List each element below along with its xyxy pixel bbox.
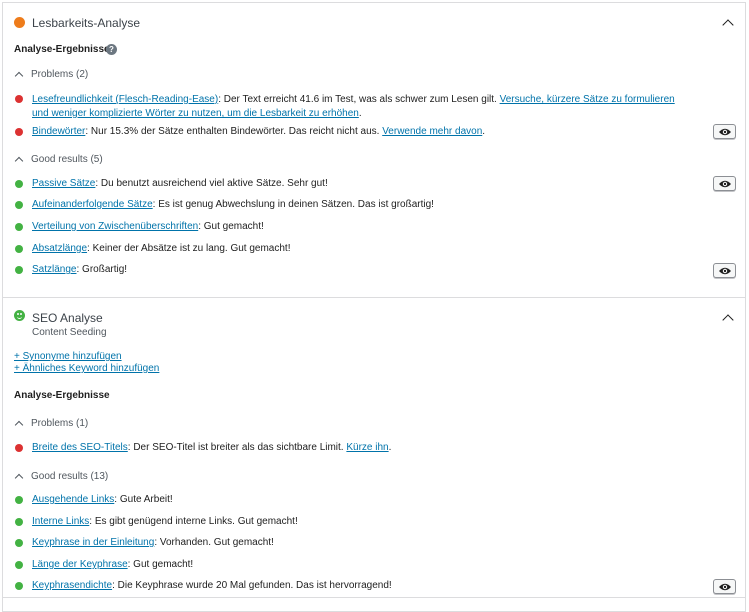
readability-title[interactable]: Lesbarkeits-Analyse xyxy=(32,16,140,30)
result-text: : Gut gemacht! xyxy=(198,221,264,232)
eye-icon xyxy=(719,128,731,136)
readability-problems-toggle[interactable]: Problems (2) xyxy=(31,69,88,80)
good-status-dot xyxy=(15,245,23,253)
seo-title[interactable]: SEO Analyse xyxy=(32,311,103,325)
result-link[interactable]: Keyphrasendichte xyxy=(32,580,112,591)
help-icon[interactable]: ? xyxy=(106,44,117,55)
seo-problem-item: Breite des SEO-Titels: Der SEO-Titel ist… xyxy=(32,441,692,455)
readability-good-item: Aufeinanderfolgende Sätze: Es ist genug … xyxy=(32,198,692,212)
bottom-border xyxy=(2,597,746,598)
result-text: : Der Text erreicht 41.6 im Test, was al… xyxy=(218,94,500,105)
result-text: : Vorhanden. Gut gemacht! xyxy=(154,537,274,548)
result-suffix: . xyxy=(482,126,486,137)
readability-good-item: Satzlänge: Großartig! xyxy=(32,263,692,277)
problem-status-dot xyxy=(15,128,23,136)
readability-results-heading: Analyse-Ergebnisse xyxy=(14,44,110,55)
result-link[interactable]: Passive Sätze xyxy=(32,178,95,189)
good-status-dot xyxy=(15,201,23,209)
add-synonyms-link[interactable]: + Synonyme hinzufügen xyxy=(14,351,122,362)
result-link[interactable]: Breite des SEO-Titels xyxy=(32,442,128,453)
mark-button[interactable] xyxy=(713,263,736,278)
readability-problem-item: Bindewörter: Nur 15.3% der Sätze enthalt… xyxy=(32,125,692,139)
good-status-dot xyxy=(15,518,23,526)
readability-good-toggle[interactable]: Good results (5) xyxy=(31,154,103,165)
good-status-dot xyxy=(15,539,23,547)
result-link[interactable]: Länge der Keyphrase xyxy=(32,559,128,570)
seo-good-toggle[interactable]: Good results (13) xyxy=(31,471,108,482)
result-link[interactable]: Ausgehende Links xyxy=(32,494,114,505)
seo-good-item: Keyphrase in der Einleitung: Vorhanden. … xyxy=(32,536,692,550)
action-link[interactable]: Verwende mehr davon xyxy=(382,126,482,137)
good-status-dot xyxy=(15,561,23,569)
result-link[interactable]: Verteilung von Zwischenüberschriften xyxy=(32,221,198,232)
result-text: : Großartig! xyxy=(76,264,128,275)
good-status-dot xyxy=(15,266,23,274)
result-link[interactable]: Keyphrase in der Einleitung xyxy=(32,537,154,548)
readability-good-item: Passive Sätze: Du benutzt ausreichend vi… xyxy=(32,177,692,191)
result-link[interactable]: Bindewörter xyxy=(32,126,85,137)
result-text: : Die Keyphrase wurde 20 Mal gefunden. D… xyxy=(112,580,392,591)
readability-score-icon xyxy=(14,17,25,28)
result-link[interactable]: Lesefreundlichkeit (Flesch-Reading-Ease) xyxy=(32,94,218,105)
result-text: : Es gibt genügend interne Links. Gut ge… xyxy=(89,516,298,527)
result-link[interactable]: Aufeinanderfolgende Sätze xyxy=(32,199,153,210)
readability-problem-item: Lesefreundlichkeit (Flesch-Reading-Ease)… xyxy=(32,93,692,121)
result-link[interactable]: Interne Links xyxy=(32,516,89,527)
result-link[interactable]: Absatzlänge xyxy=(32,243,87,254)
readability-good-item: Absatzlänge: Keiner der Absätze ist zu l… xyxy=(32,242,692,256)
section-divider xyxy=(2,297,746,298)
result-text: : Keiner der Absätze ist zu lang. Gut ge… xyxy=(87,243,291,254)
problem-status-dot xyxy=(15,95,23,103)
problem-status-dot xyxy=(15,444,23,452)
result-text: : Du benutzt ausreichend viel aktive Sät… xyxy=(95,178,328,189)
result-text: : Der SEO-Titel ist breiter als das sich… xyxy=(127,442,347,453)
result-text: : Gute Arbeit! xyxy=(114,494,173,505)
seo-problems-toggle[interactable]: Problems (1) xyxy=(31,418,88,429)
good-status-dot xyxy=(15,496,23,504)
seo-good-item: Ausgehende Links: Gute Arbeit! xyxy=(32,493,692,507)
mark-button[interactable] xyxy=(713,124,736,139)
result-text: : Gut gemacht! xyxy=(127,559,194,570)
seo-results-heading: Analyse-Ergebnisse xyxy=(14,390,110,401)
seo-keyphrase: Content Seeding xyxy=(32,327,107,338)
seo-good-item: Interne Links: Es gibt genügend interne … xyxy=(32,515,692,529)
result-suffix: . xyxy=(388,442,392,453)
mark-button[interactable] xyxy=(713,579,736,594)
action-link[interactable]: Kürze ihn xyxy=(346,442,388,453)
result-link[interactable]: Satzlänge xyxy=(32,264,76,275)
readability-good-item: Verteilung von Zwischenüberschriften: Gu… xyxy=(32,220,692,234)
eye-icon xyxy=(719,583,731,591)
eye-icon xyxy=(719,267,731,275)
result-text: : Es ist genug Abwechslung in deinen Sät… xyxy=(152,199,434,210)
good-status-dot xyxy=(15,180,23,188)
result-text: : Nur 15.3% der Sätze enthalten Bindewör… xyxy=(85,126,383,137)
mark-button[interactable] xyxy=(713,176,736,191)
good-status-dot xyxy=(15,223,23,231)
seo-good-item: Keyphrasendichte: Die Keyphrase wurde 20… xyxy=(32,579,692,593)
eye-icon xyxy=(719,180,731,188)
seo-good-item: Länge der Keyphrase: Gut gemacht! xyxy=(32,558,692,572)
seo-score-smiley-icon xyxy=(14,310,25,321)
add-related-keyword-link[interactable]: + Ähnliches Keyword hinzufügen xyxy=(14,363,159,374)
result-suffix: . xyxy=(358,108,362,119)
good-status-dot xyxy=(15,582,23,590)
